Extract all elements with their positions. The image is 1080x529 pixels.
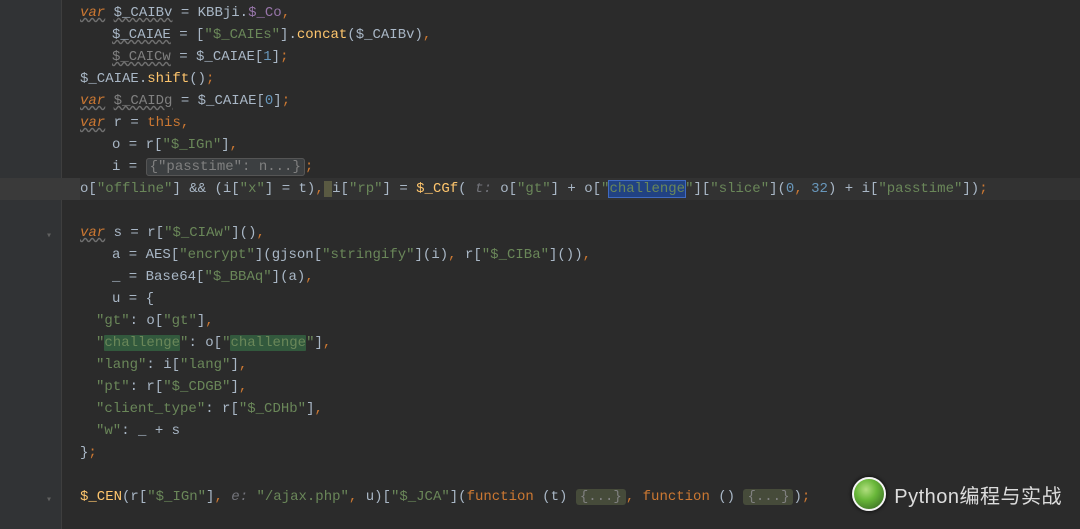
code-line[interactable]: "challenge": o["challenge"], [80, 332, 1080, 354]
folded-block[interactable]: {...} [743, 489, 793, 505]
code-line[interactable]: $_CAIAE.shift(); [80, 68, 1080, 90]
watermark: Python编程与实战 [852, 477, 1062, 511]
code-line[interactable]: o = r["$_IGn"], [80, 134, 1080, 156]
code-line[interactable]: "gt": o["gt"], [80, 310, 1080, 332]
code-line-active[interactable]: o["offline"] && (i["x"] = t), i["rp"] = … [80, 178, 1080, 200]
code-line[interactable]: "client_type": r["$_CDHb"], [80, 398, 1080, 420]
code-line[interactable]: i = {"passtime": n...}; [80, 156, 1080, 178]
watermark-avatar [852, 477, 886, 511]
match-challenge: challenge [230, 335, 306, 351]
code-area[interactable]: var $_CAIBv = KBBji.$_Co, $_CAIAE = ["$_… [62, 0, 1080, 529]
code-line[interactable]: _ = Base64["$_BBAq"](a), [80, 266, 1080, 288]
code-line[interactable]: a = AES["encrypt"](gjson["stringify"](i)… [80, 244, 1080, 266]
code-line[interactable]: var s = r["$_CIAw"](), [80, 222, 1080, 244]
code-line[interactable]: "w": _ + s [80, 420, 1080, 442]
folded-block[interactable]: {...} [576, 489, 626, 505]
gutter: ▾ ▾ ▾ [0, 0, 62, 529]
code-line[interactable]: }; [80, 442, 1080, 464]
folded-object-passtime[interactable]: {"passtime": n...} [146, 158, 305, 176]
code-line[interactable] [80, 200, 1080, 222]
code-line[interactable]: $_CAIAE = ["$_CAIEs"].concat($_CAIBv), [80, 24, 1080, 46]
code-line[interactable]: var $_CAIBv = KBBji.$_Co, [80, 2, 1080, 24]
code-editor[interactable]: ▾ ▾ ▾ var $_CAIBv = KBBji.$_Co, $_CAIAE … [0, 0, 1080, 529]
code-line[interactable]: var r = this, [80, 112, 1080, 134]
code-line[interactable]: "pt": r["$_CDGB"], [80, 376, 1080, 398]
code-line[interactable]: "lang": i["lang"], [80, 354, 1080, 376]
code-line[interactable]: var $_CAIDg = $_CAIAE[0]; [80, 90, 1080, 112]
code-line[interactable]: u = { [80, 288, 1080, 310]
watermark-text: Python编程与实战 [894, 480, 1062, 509]
selection-challenge: challenge [609, 181, 685, 197]
match-challenge: challenge [104, 335, 180, 351]
code-line[interactable]: $_CAICw = $_CAIAE[1]; [80, 46, 1080, 68]
